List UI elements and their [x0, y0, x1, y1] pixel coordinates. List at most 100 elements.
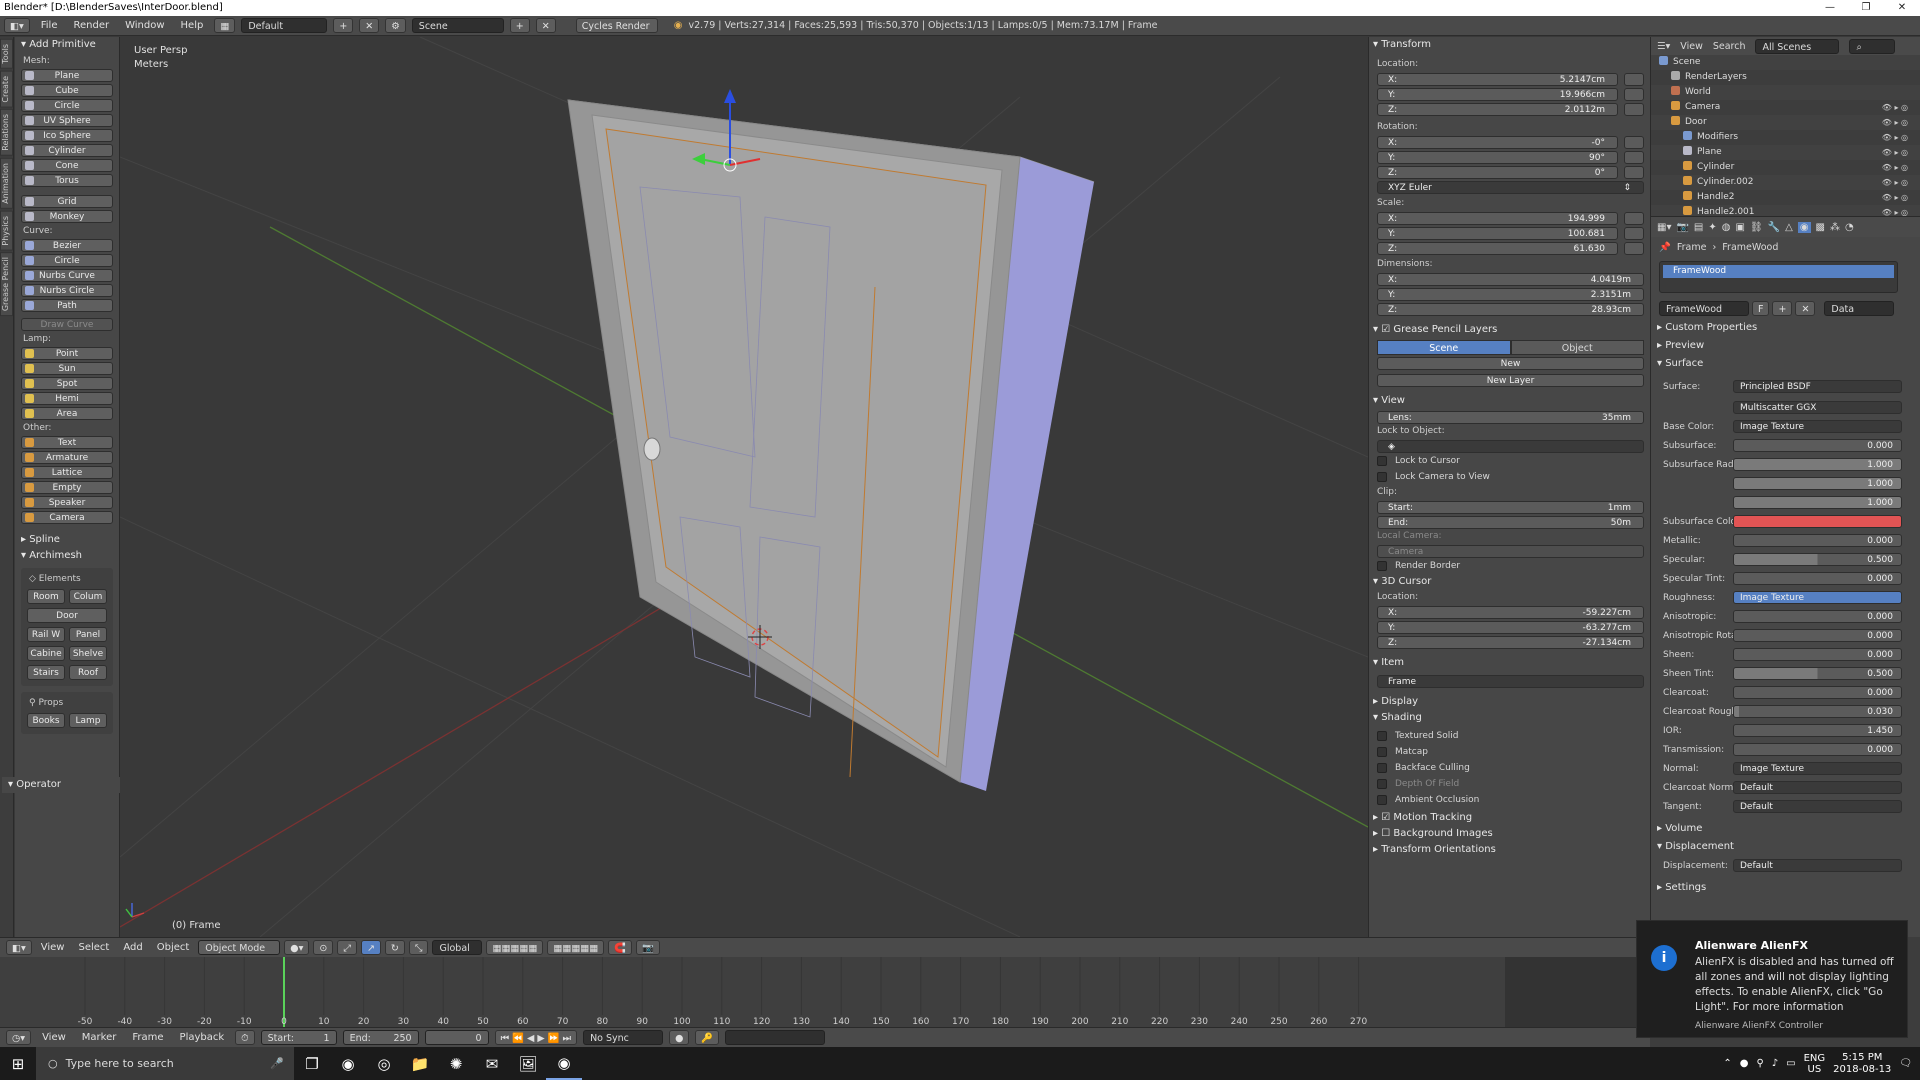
shading-mode-icon[interactable]: ●▾ [284, 940, 310, 955]
panel-preview[interactable]: ▸ Preview [1651, 337, 1920, 355]
panel-item[interactable]: ▾ Item [1369, 655, 1650, 671]
sheen-tint-field[interactable]: 0.500 [1733, 667, 1902, 680]
add-mesh-cylinder-button[interactable]: Cylinder [21, 144, 113, 157]
add-curve-nurbs-curve-button[interactable]: Nurbs Curve [21, 269, 113, 282]
editor-type-icon[interactable]: ◧▾ [4, 18, 30, 33]
visibility-icon[interactable]: 👁 ▸ ◎ [1882, 175, 1908, 190]
clip-end-field[interactable]: End: 50m [1377, 516, 1644, 529]
add-mesh-cube-button[interactable]: Cube [21, 84, 113, 97]
rotate-icon[interactable]: ↻ [384, 940, 405, 955]
panel-background-images[interactable]: ▸ ☐ Background Images [1369, 826, 1650, 842]
current-frame-field[interactable]: 0 [424, 1030, 489, 1045]
add-other-text-button[interactable]: Text [21, 436, 113, 449]
maximize-button[interactable]: ❐ [1848, 0, 1884, 16]
file-explorer-icon[interactable]: 📁 [402, 1047, 438, 1080]
pivot-icon[interactable]: ⊙ [313, 940, 334, 955]
render-tab-icon[interactable]: 📷 [1676, 222, 1688, 233]
specular-tint-field[interactable]: 0.000 [1733, 572, 1902, 585]
photos-icon[interactable]: 🖼 [510, 1047, 546, 1080]
lock-icon[interactable] [1624, 88, 1644, 101]
add-mesh-uv-sphere-button[interactable]: UV Sphere [21, 114, 113, 127]
timeline[interactable]: -50 -40 -30 -20 -10 0 10 20 30 40 50 60 70 80 90 100 110… [0, 957, 1650, 1027]
cursor-location-z-field[interactable]: Z: -27.134cm [1377, 636, 1644, 649]
ior-field[interactable]: 1.450 [1733, 724, 1902, 737]
taskbar-search[interactable]: ○ Type here to search 🎤 [36, 1047, 294, 1080]
roof-button[interactable]: Roof [69, 665, 107, 680]
lock-to-cursor-checkbox[interactable]: Lock to Cursor [1369, 453, 1650, 469]
remove-layout-icon[interactable]: ✕ [359, 18, 380, 33]
base-color-field[interactable]: Image Texture [1733, 420, 1902, 433]
add-mesh-monkey-button[interactable]: Monkey [21, 210, 113, 223]
sync-mode-selector[interactable]: No Sync [583, 1030, 664, 1045]
add-mesh-grid-button[interactable]: Grid [21, 195, 113, 208]
subsurface-radius-field[interactable]: 1.000 [1733, 458, 1902, 471]
add-other-empty-button[interactable]: Empty [21, 481, 113, 494]
lock-icon[interactable] [1624, 242, 1644, 255]
gp-new-layer-button[interactable]: New Layer [1377, 374, 1644, 387]
normal-field[interactable]: Image Texture [1733, 762, 1902, 775]
gp-scene-tab[interactable]: Scene [1377, 340, 1511, 355]
scene-tab-icon[interactable]: ✦ [1708, 222, 1716, 233]
lamp-prop-button[interactable]: Lamp [69, 713, 107, 728]
render-border-checkbox[interactable]: Render Border [1369, 558, 1650, 574]
rotation-mode-selector[interactable]: XYZ Euler ⇕ [1377, 181, 1644, 194]
scene-icon[interactable]: ⚙ [385, 18, 406, 33]
tray-people-icon[interactable]: ⌃ [1723, 1058, 1731, 1069]
scale-x-field[interactable]: X: 194.999 [1377, 212, 1618, 225]
add-lamp-spot-button[interactable]: Spot [21, 377, 113, 390]
dimensions-y-field[interactable]: Y: 2.3151m [1377, 288, 1644, 301]
rotation-x-field[interactable]: X: -0° [1377, 136, 1618, 149]
outliner-item-handle2[interactable]: Handle2 👁 ▸ ◎ [1651, 190, 1920, 205]
snap-icon[interactable]: 🧲 [608, 940, 633, 955]
world-tab-icon[interactable]: ◍ [1722, 222, 1731, 233]
menu-window[interactable]: Window [120, 20, 169, 31]
tab-physics[interactable]: Physics [0, 210, 13, 251]
panel-custom-properties[interactable]: ▸ Custom Properties [1651, 319, 1920, 337]
clip-start-field[interactable]: Start: 1mm [1377, 501, 1644, 514]
menu-file[interactable]: File [36, 20, 63, 31]
link-data-selector[interactable]: Data [1824, 301, 1895, 316]
record-icon[interactable]: ● [669, 1030, 690, 1045]
shading-ambient-occlusion-checkbox[interactable]: Ambient Occlusion [1369, 792, 1650, 808]
gp-source-toggle[interactable]: Scene Object [1377, 340, 1644, 355]
outliner-item-cylinder-002[interactable]: Cylinder.002 👁 ▸ ◎ [1651, 175, 1920, 190]
add-mesh-ico-sphere-button[interactable]: Ico Sphere [21, 129, 113, 142]
visibility-icon[interactable]: 👁 ▸ ◎ [1882, 205, 1908, 216]
outliner-item-renderlayers[interactable]: RenderLayers [1651, 70, 1920, 85]
metallic-field[interactable]: 0.000 [1733, 534, 1902, 547]
tab-create[interactable]: Create [0, 70, 13, 108]
roughness-field[interactable]: Image Texture [1733, 591, 1902, 604]
outliner-item-door[interactable]: Door 👁 ▸ ◎ [1651, 115, 1920, 130]
data-tab-icon[interactable]: △ [1785, 222, 1793, 233]
add-mesh-plane-button[interactable]: Plane [21, 69, 113, 82]
outliner-type-icon[interactable]: ☰▾ [1657, 41, 1670, 52]
add-other-camera-button[interactable]: Camera [21, 511, 113, 524]
panel-display[interactable]: ▸ Display [1369, 694, 1650, 710]
door-button[interactable]: Door [27, 608, 107, 623]
material-slot-list[interactable]: FrameWood [1659, 261, 1898, 293]
surface-shader-selector[interactable]: Principled BSDF [1733, 380, 1902, 393]
menu-frame[interactable]: Frame [127, 1032, 168, 1043]
unlink-material-icon[interactable]: ✕ [1795, 301, 1816, 316]
menu-playback[interactable]: Playback [175, 1032, 230, 1043]
lock-icon[interactable] [1624, 73, 1644, 86]
remove-scene-icon[interactable]: ✕ [535, 18, 556, 33]
outliner-item-world[interactable]: World [1651, 85, 1920, 100]
gp-new-button[interactable]: New [1377, 357, 1644, 370]
outliner-item-cylinder[interactable]: Cylinder 👁 ▸ ◎ [1651, 160, 1920, 175]
subsurface-color-field[interactable] [1733, 515, 1902, 528]
visibility-icon[interactable]: 👁 ▸ ◎ [1882, 160, 1908, 175]
shading-depth-of-field-checkbox[interactable]: Depth Of Field [1369, 776, 1650, 792]
menu-add[interactable]: Add [118, 942, 147, 953]
outliner-item-modifiers[interactable]: Modifiers 👁 ▸ ◎ [1651, 130, 1920, 145]
dimensions-z-field[interactable]: Z: 28.93cm [1377, 303, 1644, 316]
add-lamp-point-button[interactable]: Point [21, 347, 113, 360]
subsurface-radius-field[interactable]: 1.000 [1733, 496, 1902, 509]
steam-icon[interactable]: ◉ [330, 1047, 366, 1080]
cabine-button[interactable]: Cabine [27, 646, 65, 661]
add-lamp-sun-button[interactable]: Sun [21, 362, 113, 375]
microphone-icon[interactable]: 🎤 [270, 1057, 284, 1070]
panel-motion-tracking[interactable]: ▸ ☑ Motion Tracking [1369, 810, 1650, 826]
layout-icon[interactable]: ▦ [214, 18, 236, 33]
settings-app-icon[interactable]: ✺ [438, 1047, 474, 1080]
